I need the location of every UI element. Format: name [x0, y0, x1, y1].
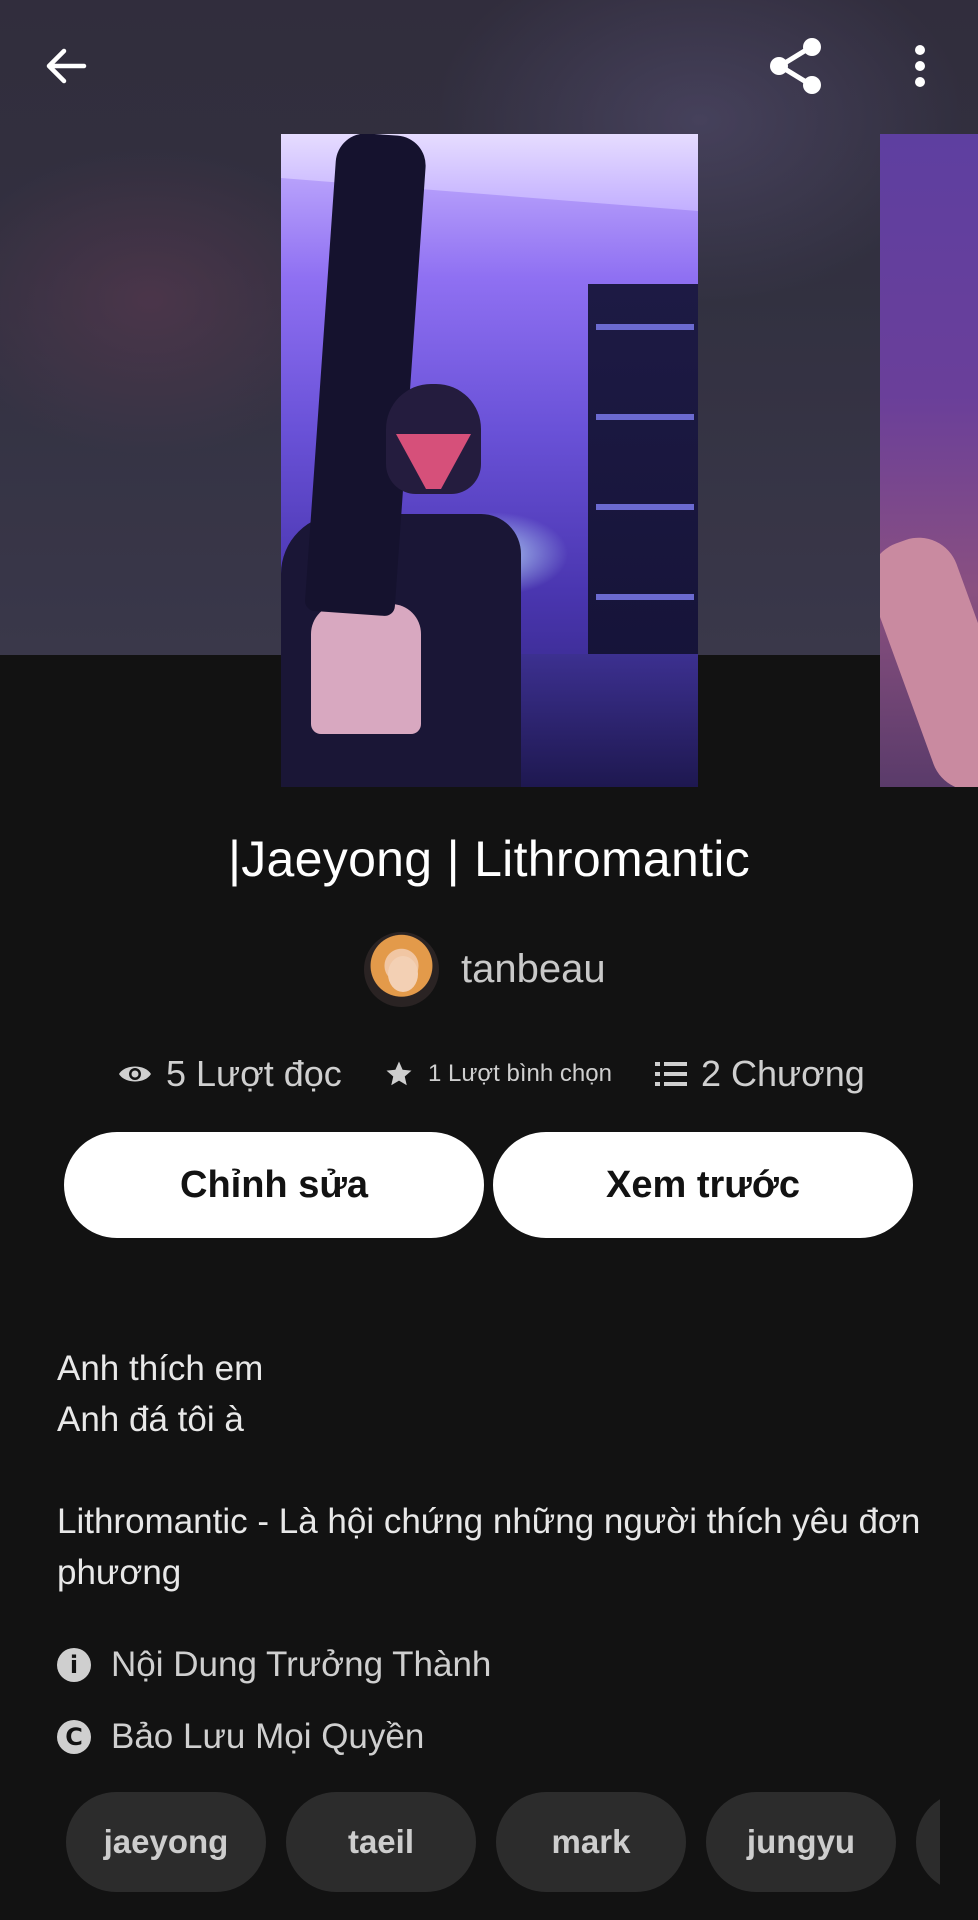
story-description: Anh thích em Anh đá tôi à Lithromantic -…	[57, 1343, 937, 1598]
author-name[interactable]: tanbeau	[461, 947, 606, 992]
tag-chip-partial[interactable]	[916, 1792, 940, 1892]
reads-count: 5 Lượt đọc	[166, 1053, 342, 1094]
mature-content-label: i Nội Dung Trưởng Thành	[57, 1645, 491, 1685]
star-icon	[384, 1059, 414, 1089]
back-button[interactable]	[26, 26, 106, 106]
copyright-icon: C	[57, 1720, 91, 1754]
votes-stat: 1 Lượt bình chọn	[384, 1046, 612, 1102]
tag-chip[interactable]: mark	[496, 1792, 686, 1892]
tag-chip[interactable]: jungyu	[706, 1792, 896, 1892]
list-icon	[655, 1060, 687, 1088]
top-bar	[0, 0, 978, 135]
reads-stat: 5 Lượt đọc	[118, 1046, 342, 1102]
mature-content-text: Nội Dung Trưởng Thành	[111, 1645, 492, 1684]
chapters-stat[interactable]: 2 Chương	[655, 1046, 865, 1102]
edit-button[interactable]: Chỉnh sửa	[64, 1132, 484, 1238]
more-options-button[interactable]	[880, 26, 960, 106]
description-line: Anh thích em	[57, 1349, 264, 1388]
share-button[interactable]	[756, 26, 836, 106]
tag-list: jaeyong taeil mark jungyu	[66, 1792, 940, 1892]
more-vertical-icon	[915, 45, 925, 87]
copyright-label: C Bảo Lưu Mọi Quyền	[57, 1717, 424, 1757]
description-line: Lithromantic - Là hội chứng những người …	[57, 1502, 921, 1592]
author-row[interactable]: tanbeau	[364, 932, 606, 1007]
tag-chip[interactable]: jaeyong	[66, 1792, 266, 1892]
chapters-count: 2 Chương	[701, 1053, 865, 1094]
story-cover-image[interactable]	[281, 134, 698, 787]
info-icon: i	[57, 1648, 91, 1682]
share-icon	[770, 38, 821, 94]
avatar[interactable]	[364, 932, 439, 1007]
next-story-cover-image[interactable]	[880, 134, 978, 787]
eye-icon	[118, 1062, 152, 1086]
votes-count: 1 Lượt bình chọn	[428, 1060, 612, 1087]
tag-chip[interactable]: taeil	[286, 1792, 476, 1892]
arrow-left-icon	[46, 48, 87, 84]
story-title: |Jaeyong | Lithromantic	[227, 831, 751, 887]
story-stats: 5 Lượt đọc 1 Lượt bình chọn 2 Chương	[0, 1046, 978, 1102]
copyright-text: Bảo Lưu Mọi Quyền	[111, 1717, 425, 1756]
description-line: Anh đá tôi à	[57, 1400, 244, 1439]
preview-button[interactable]: Xem trước	[493, 1132, 913, 1238]
